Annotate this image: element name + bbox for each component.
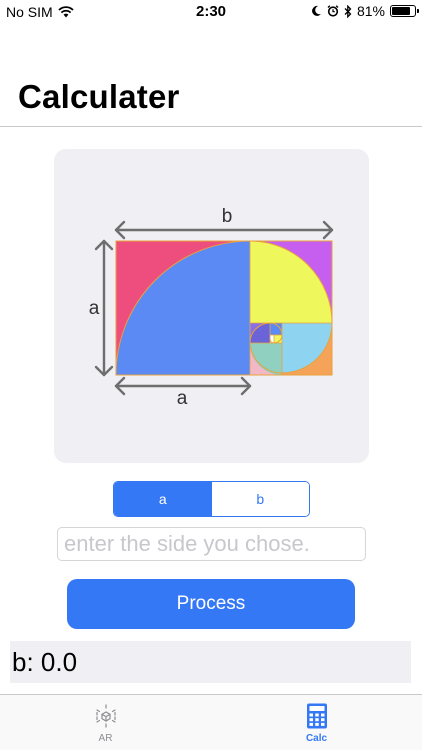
process-button[interactable]: Process xyxy=(67,579,355,629)
ar-cube-icon xyxy=(95,704,116,728)
status-right: 81% xyxy=(311,3,419,19)
side-selector-segmented-control[interactable]: a b xyxy=(113,481,310,517)
diagram-label-b: b xyxy=(222,206,233,227)
tab-bar: AR Calc xyxy=(0,694,422,750)
battery-icon xyxy=(390,5,419,17)
side-length-input[interactable] xyxy=(57,527,366,561)
tab-calc-label: Calc xyxy=(305,733,328,744)
result-panel: b: 0.0 xyxy=(10,641,411,683)
status-bar: No SIM 2:30 81% xyxy=(0,0,422,24)
tab-ar[interactable]: AR xyxy=(0,695,211,750)
page-title: Calculater xyxy=(18,78,180,115)
title-divider xyxy=(0,126,422,127)
result-label: b: 0.0 xyxy=(12,647,78,677)
alarm-clock-icon xyxy=(327,5,339,17)
segment-a[interactable]: a xyxy=(114,482,212,516)
bluetooth-icon xyxy=(344,4,352,18)
diagram-label-a-bottom: a xyxy=(177,388,188,409)
tab-ar-label: AR xyxy=(98,733,113,744)
battery-level-fill xyxy=(392,7,410,15)
diagram-label-a-left: a xyxy=(89,298,100,319)
moon-icon xyxy=(312,5,321,16)
golden-ratio-diagram-card: b a a xyxy=(54,149,369,463)
battery-percent: 81% xyxy=(356,3,385,19)
segment-b[interactable]: b xyxy=(211,482,309,516)
golden-ratio-diagram: b a a xyxy=(89,206,334,409)
golden-rectangle xyxy=(116,241,332,375)
tab-calc[interactable]: Calc xyxy=(211,695,422,750)
calculator-icon xyxy=(306,703,327,729)
